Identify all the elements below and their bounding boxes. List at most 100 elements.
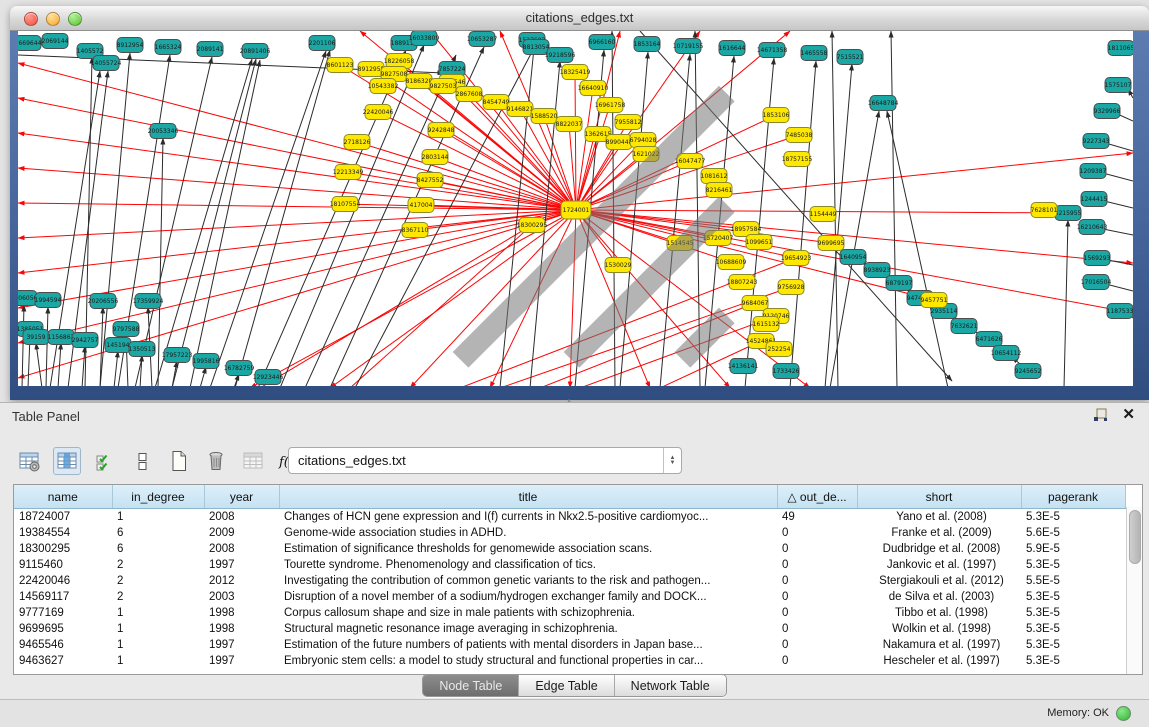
table-cell[interactable]: 1998 bbox=[204, 605, 279, 621]
table-cell[interactable]: 1998 bbox=[204, 621, 279, 637]
table-cell[interactable]: Yano et al. (2008) bbox=[857, 509, 1021, 526]
column-header-title[interactable]: title bbox=[279, 485, 777, 509]
table-cell[interactable]: Dudbridge et al. (2008) bbox=[857, 541, 1021, 557]
table-cell[interactable]: 5.3E-5 bbox=[1021, 509, 1125, 526]
table-row[interactable]: 1938455462009Genome-wide association stu… bbox=[14, 525, 1125, 541]
table-cell[interactable]: 2012 bbox=[204, 573, 279, 589]
table-cell[interactable]: 19384554 bbox=[14, 525, 112, 541]
column-header-pagerank[interactable]: pagerank bbox=[1021, 485, 1125, 509]
table-cell[interactable]: 18724007 bbox=[14, 509, 112, 526]
table-row[interactable]: 2242004622012Investigating the contribut… bbox=[14, 573, 1125, 589]
table-cell[interactable]: 0 bbox=[777, 525, 857, 541]
table-row[interactable]: 969969511998Structural magnetic resonanc… bbox=[14, 621, 1125, 637]
resize-grip-icon[interactable] bbox=[14, 27, 1129, 382]
column-header-short[interactable]: short bbox=[857, 485, 1021, 509]
table-scrollbar[interactable] bbox=[1126, 507, 1142, 674]
float-window-icon[interactable] bbox=[1093, 408, 1108, 423]
table-cell[interactable]: 0 bbox=[777, 653, 857, 669]
table-cell[interactable]: 0 bbox=[777, 605, 857, 621]
table-cell[interactable]: Embryonic stem cells: a model to study s… bbox=[279, 653, 777, 669]
select-all-columns-icon[interactable] bbox=[92, 448, 118, 474]
table-cell[interactable]: 1997 bbox=[204, 653, 279, 669]
table-cell[interactable]: 2 bbox=[112, 573, 204, 589]
tab-network-table[interactable]: Network Table bbox=[615, 675, 726, 696]
table-cell[interactable]: 0 bbox=[777, 637, 857, 653]
table-cell[interactable]: 14569117 bbox=[14, 589, 112, 605]
table-cell[interactable]: 1 bbox=[112, 509, 204, 526]
table-row[interactable]: 911546021997Tourette syndrome. Phenomeno… bbox=[14, 557, 1125, 573]
table-cell[interactable]: 9463627 bbox=[14, 653, 112, 669]
table-cell[interactable]: Disruption of a novel member of a sodium… bbox=[279, 589, 777, 605]
table-cell[interactable]: 0 bbox=[777, 573, 857, 589]
table-cell[interactable]: 1997 bbox=[204, 557, 279, 573]
table-cell[interactable]: 0 bbox=[777, 541, 857, 557]
table-cell[interactable]: Franke et al. (2009) bbox=[857, 525, 1021, 541]
tab-edge-table[interactable]: Edge Table bbox=[519, 675, 614, 696]
table-cell[interactable]: 5.3E-5 bbox=[1021, 653, 1125, 669]
table-cell[interactable]: 9465546 bbox=[14, 637, 112, 653]
table-cell[interactable]: Wolkin et al. (1998) bbox=[857, 621, 1021, 637]
table-cell[interactable]: 6 bbox=[112, 541, 204, 557]
table-cell[interactable]: 1 bbox=[112, 653, 204, 669]
column-header-year[interactable]: year bbox=[204, 485, 279, 509]
table-cell[interactable]: de Silva et al. (2003) bbox=[857, 589, 1021, 605]
table-cell[interactable]: 0 bbox=[777, 557, 857, 573]
table-cell[interactable]: 5.3E-5 bbox=[1021, 589, 1125, 605]
table-cell[interactable]: 18300295 bbox=[14, 541, 112, 557]
table-cell[interactable]: 0 bbox=[777, 621, 857, 637]
table-cell[interactable]: 9115460 bbox=[14, 557, 112, 573]
table-cell[interactable]: 2009 bbox=[204, 525, 279, 541]
table-cell[interactable]: 49 bbox=[777, 509, 857, 526]
table-cell[interactable]: 5.3E-5 bbox=[1021, 557, 1125, 573]
column-header-name[interactable]: name bbox=[14, 485, 112, 509]
column-header-in_degree[interactable]: in_degree bbox=[112, 485, 204, 509]
table-row[interactable]: 1872400712008Changes of HCN gene express… bbox=[14, 509, 1125, 526]
table-row[interactable]: 1830029562008Estimation of significance … bbox=[14, 541, 1125, 557]
table-cell[interactable]: 5.6E-5 bbox=[1021, 525, 1125, 541]
tab-node-table[interactable]: Node Table bbox=[423, 675, 519, 696]
memory-status-indicator[interactable] bbox=[1116, 706, 1131, 721]
table-cell[interactable]: 9777169 bbox=[14, 605, 112, 621]
table-cell[interactable]: 0 bbox=[777, 589, 857, 605]
table-cell[interactable]: 2 bbox=[112, 557, 204, 573]
table-cell[interactable]: Nakamura et al. (1997) bbox=[857, 637, 1021, 653]
table-cell[interactable]: 5.3E-5 bbox=[1021, 605, 1125, 621]
create-table-icon[interactable] bbox=[166, 448, 192, 474]
table-selector-dropdown[interactable]: citations_edges.txt ▲▼ bbox=[288, 447, 682, 474]
delete-table-icon[interactable] bbox=[203, 448, 229, 474]
table-settings-icon[interactable] bbox=[16, 448, 42, 474]
table-row[interactable]: 977716911998Corpus callosum shape and si… bbox=[14, 605, 1125, 621]
table-cell[interactable]: Investigating the contribution of common… bbox=[279, 573, 777, 589]
table-cell[interactable]: 2 bbox=[112, 589, 204, 605]
table-row[interactable]: 1456911722003Disruption of a novel membe… bbox=[14, 589, 1125, 605]
network-canvas[interactable]: 1669644206914414055721405572489129541665… bbox=[18, 31, 1133, 386]
table-cell[interactable]: 5.5E-5 bbox=[1021, 573, 1125, 589]
table-cell[interactable]: 9699695 bbox=[14, 621, 112, 637]
import-table-icon[interactable] bbox=[240, 448, 266, 474]
table-cell[interactable]: 1997 bbox=[204, 637, 279, 653]
table-cell[interactable]: 2003 bbox=[204, 589, 279, 605]
table-cell[interactable]: 5.9E-5 bbox=[1021, 541, 1125, 557]
table-cell[interactable]: Tibbo et al. (1998) bbox=[857, 605, 1021, 621]
table-row[interactable]: 946362711997Embryonic stem cells: a mode… bbox=[14, 653, 1125, 669]
table-cell[interactable]: Genome-wide association studies in ADHD. bbox=[279, 525, 777, 541]
close-panel-icon[interactable]: ✕ bbox=[1122, 407, 1135, 423]
table-cell[interactable]: Estimation of significance thresholds fo… bbox=[279, 541, 777, 557]
table-cell[interactable]: 1 bbox=[112, 605, 204, 621]
row-height-icon[interactable] bbox=[129, 448, 155, 474]
table-cell[interactable]: 22420046 bbox=[14, 573, 112, 589]
scrollbar-thumb[interactable] bbox=[1129, 510, 1141, 564]
table-cell[interactable]: Jankovic et al. (1997) bbox=[857, 557, 1021, 573]
table-cell[interactable]: 5.3E-5 bbox=[1021, 637, 1125, 653]
table-cell[interactable]: Hescheler et al. (1997) bbox=[857, 653, 1021, 669]
table-cell[interactable]: Tourette syndrome. Phenomenology and cla… bbox=[279, 557, 777, 573]
table-cell[interactable]: 6 bbox=[112, 525, 204, 541]
table-cell[interactable]: Estimation of the future numbers of pati… bbox=[279, 637, 777, 653]
table-cell[interactable]: 5.3E-5 bbox=[1021, 621, 1125, 637]
show-column-icon[interactable] bbox=[53, 447, 81, 475]
table-cell[interactable]: 2008 bbox=[204, 509, 279, 526]
table-cell[interactable]: 1 bbox=[112, 637, 204, 653]
table-cell[interactable]: 2008 bbox=[204, 541, 279, 557]
table-cell[interactable]: Structural magnetic resonance image aver… bbox=[279, 621, 777, 637]
table-row[interactable]: 946554611997Estimation of the future num… bbox=[14, 637, 1125, 653]
